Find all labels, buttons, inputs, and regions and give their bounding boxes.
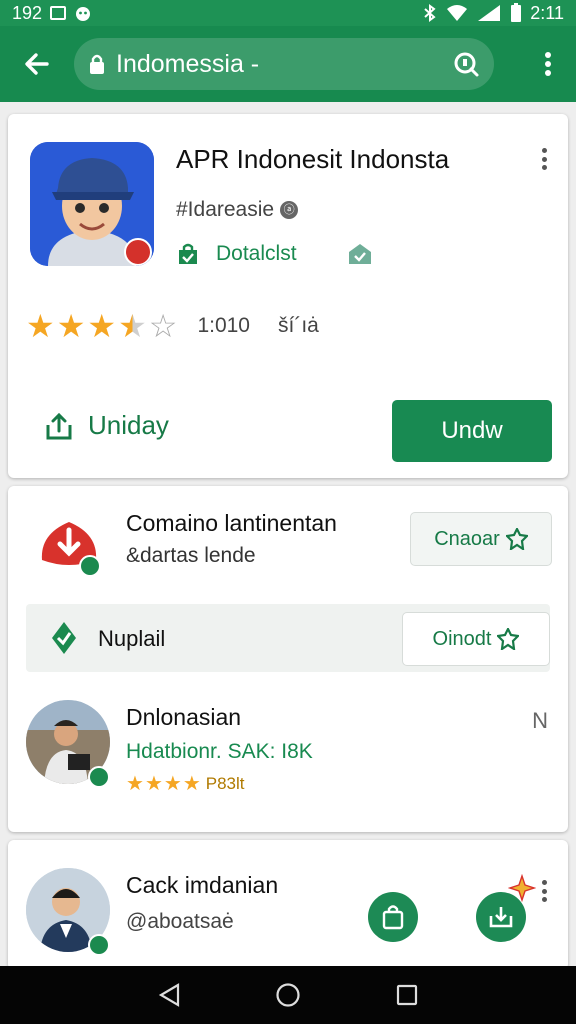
avatar-illustration bbox=[30, 142, 154, 266]
badge-label: Dotalclst bbox=[216, 242, 297, 265]
status-bar: 192 2:11 bbox=[0, 0, 576, 26]
shopping-bag-icon bbox=[382, 905, 404, 930]
app-icon bbox=[30, 142, 154, 266]
verified-dot bbox=[88, 766, 110, 788]
app-overflow-button[interactable] bbox=[534, 144, 554, 174]
status-time: 2:11 bbox=[530, 2, 564, 23]
system-nav-bar bbox=[0, 966, 576, 1024]
share-button[interactable]: Uniday bbox=[44, 410, 169, 441]
item-meta: N bbox=[532, 708, 548, 733]
list-item-card: Cack imdanian @aboatsaė bbox=[8, 840, 568, 970]
install-button[interactable]: Undw bbox=[392, 400, 552, 462]
rating-row: ★ ★ ★ ★ ☆ 1:010 ší´ıȧ bbox=[26, 310, 319, 342]
share-icon bbox=[46, 412, 72, 439]
star-icon: ★ bbox=[26, 308, 55, 344]
browser-toolbar: Indomessia - bbox=[0, 26, 576, 102]
star-icon: ★ bbox=[182, 773, 201, 795]
item-subtitle: @aboatsaė bbox=[126, 910, 234, 933]
nuplail-button-label: Oinodt bbox=[432, 627, 492, 650]
promo-button[interactable]: Cnaoar bbox=[410, 512, 552, 566]
nav-home-button[interactable] bbox=[268, 975, 308, 1015]
star-icon: ★ bbox=[144, 773, 163, 795]
android-icon bbox=[76, 7, 91, 21]
half-star-icon: ★ bbox=[118, 308, 147, 344]
promo-app-icon bbox=[36, 512, 102, 578]
item-rating: ★ ★ ★ ★ P83lt bbox=[126, 774, 245, 794]
square-recents-icon bbox=[396, 984, 417, 1006]
url-text: Indomessia - bbox=[116, 49, 260, 78]
sparkle-icon bbox=[508, 874, 536, 902]
promo-subtitle: &dartas lende bbox=[126, 544, 256, 567]
nuplail-row[interactable]: Nuplail Oinodt bbox=[26, 604, 550, 672]
item-rating-text: P83lt bbox=[205, 774, 245, 793]
wifi-icon bbox=[447, 5, 468, 21]
bag-button[interactable] bbox=[368, 892, 418, 942]
app-title: APR Indonesit Indonsta bbox=[176, 144, 450, 174]
overflow-menu-button[interactable] bbox=[534, 41, 562, 87]
shield-icon bbox=[348, 244, 371, 264]
badge-icon bbox=[505, 528, 528, 550]
star-icon: ★ bbox=[126, 773, 144, 795]
promo-title: Comaino lantinentan bbox=[126, 510, 337, 536]
circle-home-icon bbox=[276, 983, 300, 1007]
store-icon bbox=[41, 522, 101, 577]
promo-button-label: Cnaoar bbox=[434, 527, 500, 550]
share-label: Uniday bbox=[88, 410, 169, 440]
nav-recents-button[interactable] bbox=[387, 975, 427, 1015]
badge-row: Dotalclst bbox=[176, 242, 373, 266]
verified-dot bbox=[88, 934, 110, 956]
lock-icon bbox=[90, 54, 104, 74]
search-icon[interactable] bbox=[452, 50, 480, 78]
suggestions-card: Comaino lantinentan &dartas lende Cnaoar… bbox=[8, 486, 568, 832]
battery-icon bbox=[511, 3, 522, 22]
back-button[interactable] bbox=[14, 41, 60, 87]
back-arrow-icon bbox=[25, 53, 49, 75]
star-icon: ★ bbox=[56, 308, 86, 344]
nav-back-button[interactable] bbox=[149, 975, 189, 1015]
item-title: Cack imdanian bbox=[126, 872, 279, 898]
download-check-icon bbox=[52, 622, 76, 654]
developer-row[interactable]: #Idareasie ⓐ bbox=[176, 198, 299, 222]
verified-icon bbox=[179, 243, 197, 264]
developer-name: #Idareasie bbox=[176, 198, 275, 221]
rating-extra: ší´ıȧ bbox=[278, 314, 319, 337]
nuplail-label: Nuplail bbox=[98, 626, 166, 651]
signal-icon bbox=[478, 5, 501, 21]
download-icon bbox=[489, 907, 513, 928]
triangle-back-icon bbox=[159, 983, 180, 1007]
item-title: Dnlonasian bbox=[126, 704, 242, 730]
more-vert-icon bbox=[545, 52, 551, 76]
rating-count: 1:010 bbox=[197, 314, 250, 337]
bluetooth-icon bbox=[424, 4, 436, 22]
star-icon: ★ bbox=[163, 773, 182, 795]
item-subtitle: Hdatbionr. SAK: I8K bbox=[126, 740, 313, 763]
status-left-text: 192 bbox=[12, 2, 43, 23]
nuplail-button[interactable]: Oinodt bbox=[402, 612, 550, 666]
url-bar[interactable]: Indomessia - bbox=[74, 38, 494, 90]
empty-star-icon: ☆ bbox=[148, 308, 178, 344]
developer-badge: ⓐ bbox=[280, 201, 299, 219]
notification-icon bbox=[50, 6, 67, 20]
star-icon: ★ bbox=[87, 308, 117, 344]
app-details-card: APR Indonesit Indonsta #Idareasie ⓐ Dota… bbox=[8, 114, 568, 478]
badge-icon bbox=[497, 628, 520, 650]
item-overflow-button[interactable] bbox=[534, 876, 554, 906]
